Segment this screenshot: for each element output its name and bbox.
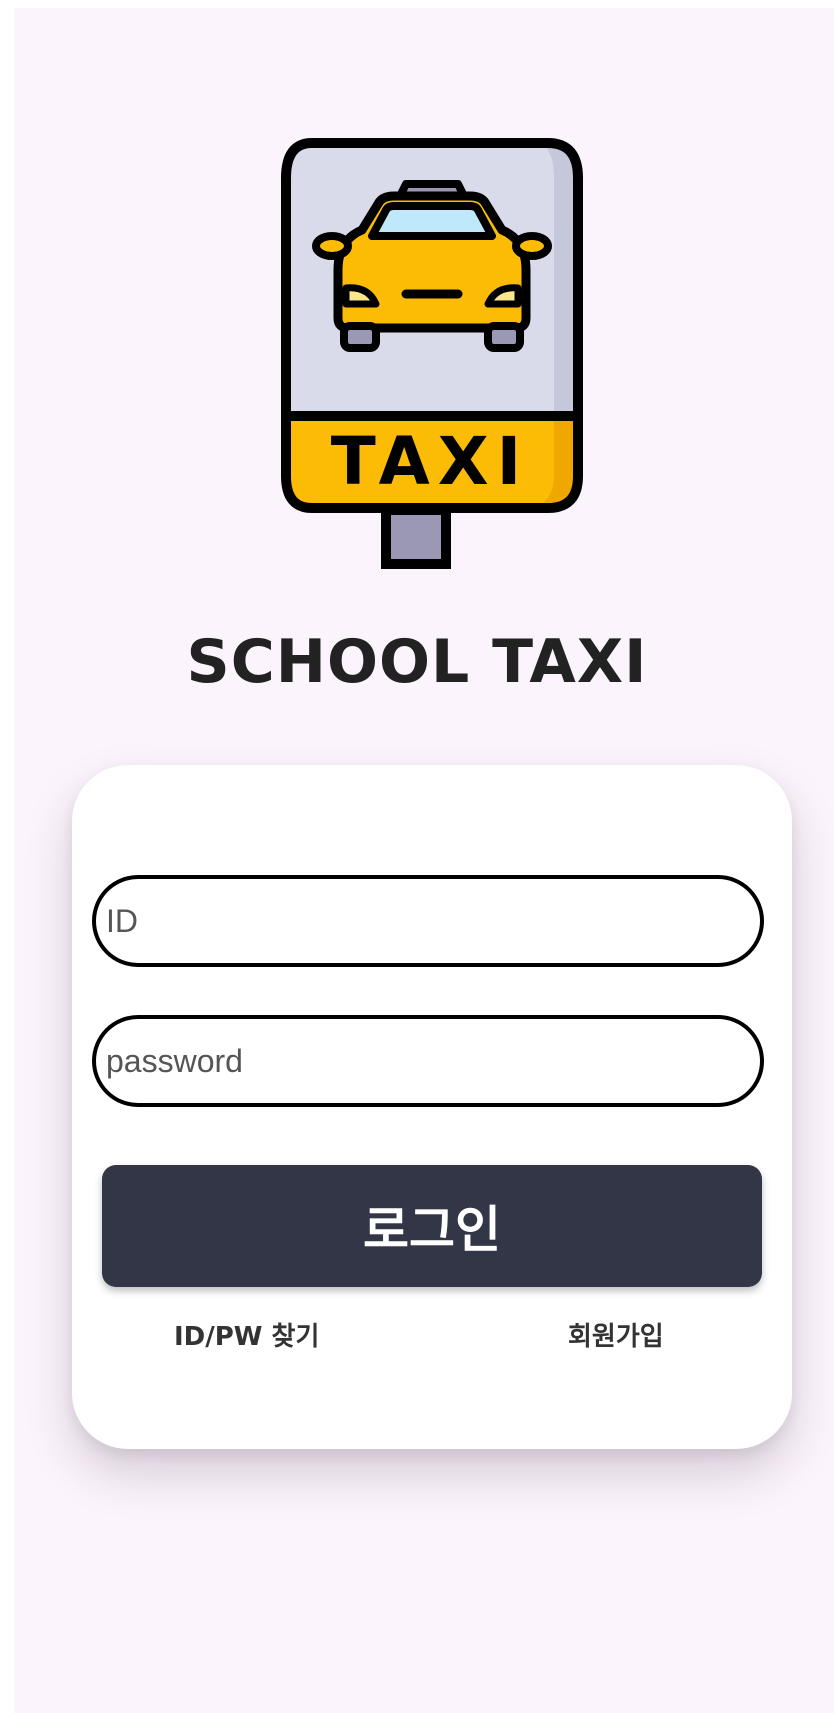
find-id-pw-link[interactable]: ID/PW 찾기 bbox=[174, 1321, 319, 1353]
id-input[interactable] bbox=[106, 902, 760, 940]
password-input[interactable] bbox=[106, 1042, 760, 1080]
id-field[interactable] bbox=[92, 875, 764, 967]
logo-sign-text: TAXI bbox=[331, 423, 529, 500]
app-title: SCHOOL TAXI bbox=[186, 627, 648, 697]
login-card: 로그인 ID/PW 찾기 회원가입 bbox=[72, 765, 792, 1449]
login-button[interactable]: 로그인 bbox=[102, 1165, 762, 1287]
taxi-sign-icon: TAXI bbox=[281, 138, 583, 569]
password-field[interactable] bbox=[92, 1015, 764, 1107]
signup-link[interactable]: 회원가입 bbox=[568, 1321, 664, 1353]
